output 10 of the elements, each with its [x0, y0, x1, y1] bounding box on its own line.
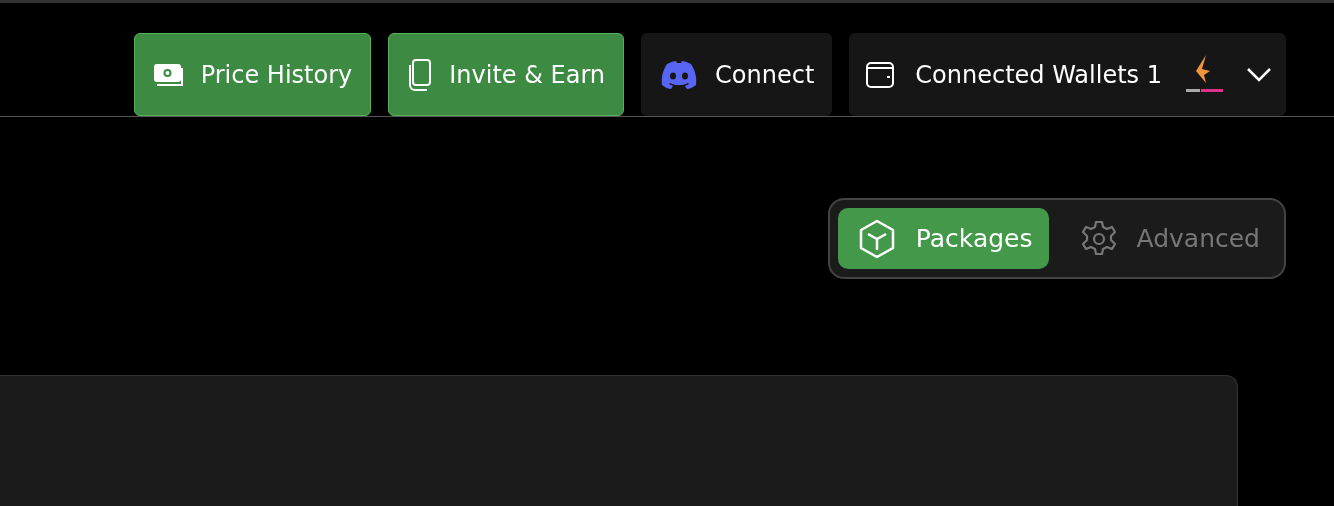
tab[interactable]: Packages — [837, 208, 1049, 269]
wallet-icon — [865, 60, 896, 89]
cash-icon — [152, 61, 185, 88]
wallet-dropdown[interactable]: Connected Wallets 1 — [849, 33, 1286, 116]
chevron-down-icon — [1246, 66, 1272, 83]
copy-icon — [407, 58, 434, 91]
header-button[interactable]: Invite & Earn — [388, 33, 625, 116]
header-button[interactable]: Connect — [641, 33, 833, 116]
tab[interactable]: Advanced — [1060, 208, 1276, 269]
header-button[interactable]: Price History — [133, 33, 372, 116]
